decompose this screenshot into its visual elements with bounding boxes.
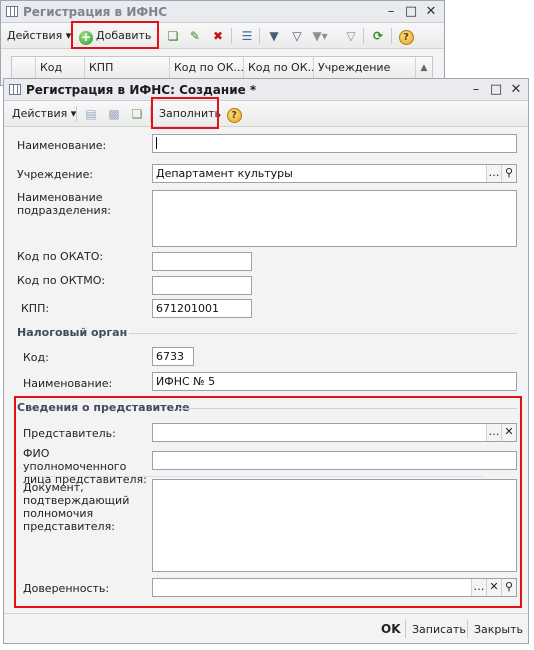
delete-icon[interactable]: ✖ <box>210 28 226 44</box>
save-button[interactable]: Записать <box>412 623 466 636</box>
column-header-code[interactable]: Код <box>36 57 85 79</box>
add-button-highlight <box>71 21 159 49</box>
toolbar-separator <box>76 106 77 122</box>
filter-icon[interactable]: ▼ <box>266 28 282 44</box>
tax-code-field[interactable]: 6733 <box>152 347 194 366</box>
footer-separator <box>405 620 406 638</box>
kpp-label: КПП: <box>21 302 50 315</box>
minimize-icon[interactable]: – <box>468 82 484 97</box>
column-header-oktmo[interactable]: Код по ОК... <box>244 57 314 79</box>
select-button[interactable]: … <box>486 165 501 182</box>
edit-icon[interactable]: ✎ <box>187 28 203 44</box>
column-header-okato[interactable]: Код по ОК... <box>170 57 244 79</box>
copy-icon[interactable]: ❏ <box>129 106 145 122</box>
toolbar-separator <box>363 28 364 44</box>
kpp-field[interactable]: 671201001 <box>152 299 252 318</box>
footer-divider <box>4 613 528 614</box>
refresh-icon[interactable]: ⟳ <box>370 28 386 44</box>
column-header-kpp[interactable]: КПП <box>85 57 170 79</box>
front-window-title: Регистрация в ИФНС: Создание * <box>26 83 257 97</box>
oktmo-field[interactable] <box>152 276 252 295</box>
toolbar-separator <box>259 28 260 44</box>
close-button[interactable]: Закрыть <box>474 623 523 636</box>
open-icon[interactable]: ⚲ <box>501 165 516 182</box>
ok-button[interactable]: OK <box>381 623 401 636</box>
toolbar-separator <box>231 28 232 44</box>
subdivision-label: Наименование подразделения: <box>17 191 111 217</box>
hierarchy-icon[interactable]: ☰ <box>239 28 255 44</box>
name-field[interactable] <box>152 134 517 153</box>
institution-field[interactable]: Департамент культуры … ⚲ <box>152 164 517 183</box>
back-toolbar: Действия ▾ + Добавить ❏ ✎ ✖ ☰ ▼ ▽ ▼▾ ▽ ⟳ … <box>1 23 444 49</box>
okato-label: Код по ОКАТО: <box>17 250 104 263</box>
institution-label: Учреждение: <box>17 168 94 181</box>
back-window-titlebar[interactable]: Регистрация в ИФНС – □ ✕ <box>1 1 444 23</box>
save-icon[interactable]: ▤ <box>83 106 99 122</box>
back-window-title: Регистрация в ИФНС <box>23 5 168 19</box>
table-header: Код КПП Код по ОК... Код по ОК... Учрежд… <box>12 57 432 79</box>
column-marker <box>12 57 36 79</box>
form-window-icon <box>9 84 21 95</box>
scroll-up-icon[interactable]: ▲ <box>416 57 432 79</box>
subdivision-field[interactable] <box>152 190 517 247</box>
tax-authority-group-label: Налоговый орган <box>17 326 128 339</box>
oktmo-label: Код по ОКТМО: <box>17 274 106 287</box>
group-divider <box>129 333 517 334</box>
filter-clear-icon[interactable]: ▽ <box>343 28 359 44</box>
close-icon[interactable]: ✕ <box>423 4 439 19</box>
column-header-institution[interactable]: Учреждение <box>314 57 416 79</box>
representative-section-highlight <box>14 396 522 608</box>
fill-button-highlight <box>151 97 219 129</box>
help-icon[interactable]: ? <box>226 106 242 123</box>
tax-name-label: Наименование: <box>23 377 113 390</box>
okato-field[interactable] <box>152 252 252 271</box>
tax-code-label: Код: <box>23 351 49 364</box>
footer-separator <box>467 620 468 638</box>
filter-list-icon[interactable]: ▼▾ <box>312 28 328 44</box>
close-icon[interactable]: ✕ <box>508 82 524 97</box>
post-icon[interactable]: ▩ <box>106 106 122 122</box>
help-icon[interactable]: ? <box>398 28 414 45</box>
copy-icon[interactable]: ❏ <box>165 28 181 44</box>
actions-menu[interactable]: Действия ▾ <box>12 105 76 123</box>
form-toolbar: Действия ▾ ▤ ▩ ❏ Заполнить ? <box>4 101 528 127</box>
maximize-icon[interactable]: □ <box>403 4 419 19</box>
back-window: Регистрация в ИФНС – □ ✕ Действия ▾ + Доб… <box>0 0 445 86</box>
maximize-icon[interactable]: □ <box>488 82 504 97</box>
list-window-icon <box>6 6 18 17</box>
name-label: Наименование: <box>17 139 107 152</box>
toolbar-separator <box>391 28 392 44</box>
front-window-titlebar[interactable]: Регистрация в ИФНС: Создание * – □ ✕ <box>4 79 528 101</box>
filter-by-value-icon[interactable]: ▽ <box>289 28 305 44</box>
actions-menu[interactable]: Действия ▾ <box>7 27 71 45</box>
minimize-icon[interactable]: – <box>383 4 399 19</box>
tax-name-field[interactable]: ИФНС № 5 <box>152 372 517 391</box>
text-cursor <box>156 137 157 149</box>
